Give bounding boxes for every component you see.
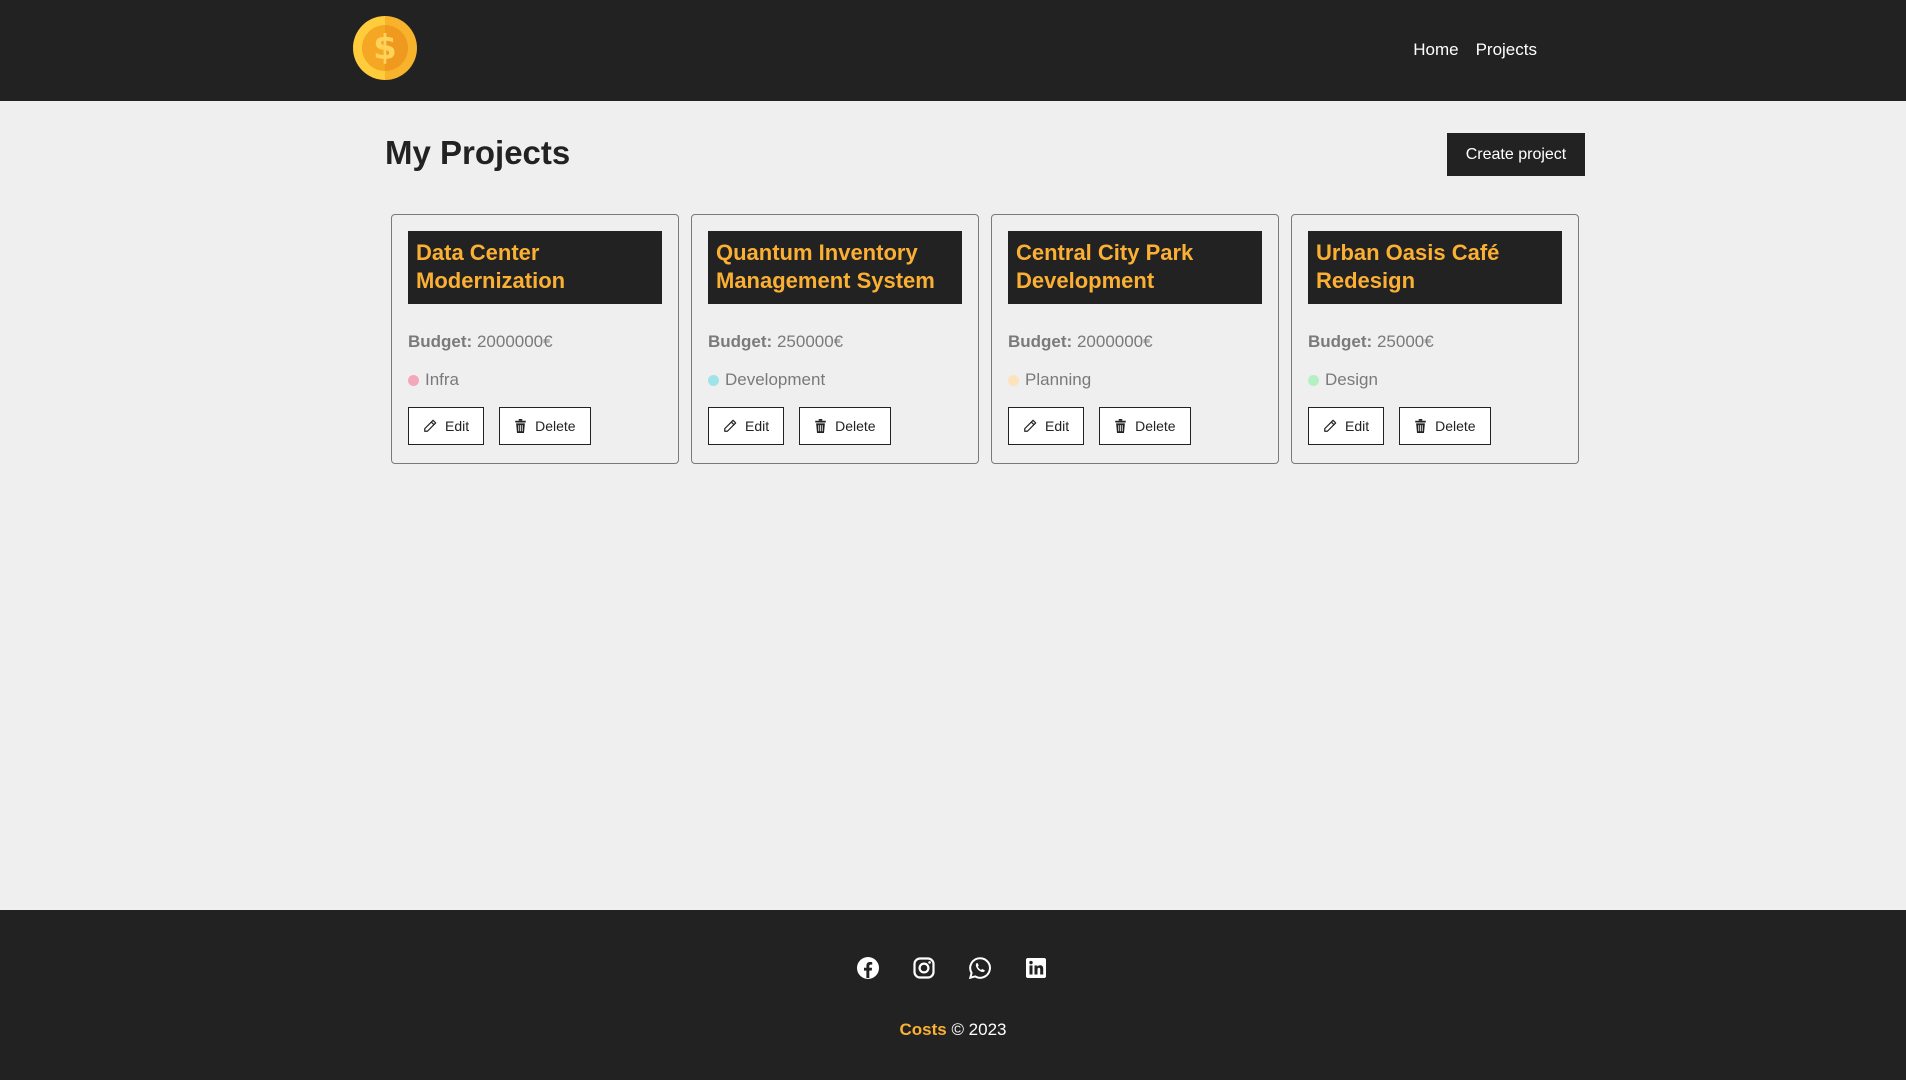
nav-link-projects[interactable]: Projects xyxy=(1476,40,1537,60)
edit-label: Edit xyxy=(1045,418,1070,434)
project-title: Urban Oasis Café Redesign xyxy=(1308,231,1562,304)
edit-label: Edit xyxy=(745,418,770,434)
delete-label: Delete xyxy=(1135,418,1176,434)
coin-logo-icon[interactable]: $ xyxy=(353,16,417,80)
project-budget: Budget: 250000€ xyxy=(708,332,962,352)
delete-label: Delete xyxy=(835,418,876,434)
trash-icon xyxy=(515,419,526,433)
whatsapp-icon[interactable] xyxy=(968,956,992,980)
category-dot-icon xyxy=(1308,374,1319,386)
budget-label: Budget: xyxy=(708,332,773,351)
budget-label: Budget: xyxy=(1308,332,1373,351)
delete-button[interactable]: Delete xyxy=(499,407,591,445)
delete-button[interactable]: Delete xyxy=(799,407,891,445)
copyright-text: © 2023 xyxy=(951,1020,1007,1039)
page-title: My Projects xyxy=(385,134,571,171)
card-actions: Edit Delete xyxy=(408,407,662,445)
trash-icon xyxy=(815,419,826,433)
category-dot-icon xyxy=(1008,374,1019,386)
project-title: Quantum Inventory Management System xyxy=(708,231,962,304)
project-title: Data Center Modernization xyxy=(408,231,662,304)
budget-label: Budget: xyxy=(1008,332,1073,351)
category-label: Infra xyxy=(425,370,460,389)
pencil-icon xyxy=(424,419,437,432)
category-label: Planning xyxy=(1025,370,1092,389)
edit-label: Edit xyxy=(445,418,470,434)
project-budget: Budget: 2000000€ xyxy=(408,332,662,352)
copyright: Costs © 2023 xyxy=(0,1020,1906,1040)
category-label: Development xyxy=(725,370,826,389)
facebook-icon[interactable] xyxy=(856,956,880,980)
dollar-icon: $ xyxy=(362,25,408,71)
pencil-icon xyxy=(724,419,737,432)
edit-button[interactable]: Edit xyxy=(1308,407,1385,445)
brand-name: Costs xyxy=(899,1020,947,1039)
card-actions: Edit Delete xyxy=(1008,407,1262,445)
delete-button[interactable]: Delete xyxy=(1399,407,1491,445)
project-category: Infra xyxy=(408,370,662,390)
project-category: Planning xyxy=(1008,370,1262,390)
nav-link-home[interactable]: Home xyxy=(1413,40,1458,60)
card-actions: Edit Delete xyxy=(1308,407,1562,445)
create-project-button[interactable]: Create project xyxy=(1447,133,1585,176)
project-budget: Budget: 25000€ xyxy=(1308,332,1562,352)
pencil-icon xyxy=(1024,419,1037,432)
footer xyxy=(0,910,1906,1080)
card-actions: Edit Delete xyxy=(708,407,962,445)
project-category: Design xyxy=(1308,370,1562,390)
budget-value: 2000000€ xyxy=(1076,332,1153,351)
nav-links: Home Projects xyxy=(1413,40,1537,60)
instagram-icon[interactable] xyxy=(912,956,936,980)
social-links xyxy=(856,956,1048,980)
category-dot-icon xyxy=(708,374,719,386)
project-title: Central City Park Development xyxy=(1008,231,1262,304)
delete-button[interactable]: Delete xyxy=(1099,407,1191,445)
project-category: Development xyxy=(708,370,962,390)
linkedin-icon[interactable] xyxy=(1024,956,1048,980)
project-card: Urban Oasis Café Redesign Budget: 25000€… xyxy=(1291,214,1579,464)
project-card: Quantum Inventory Management System Budg… xyxy=(691,214,979,464)
navbar: $ Home Projects xyxy=(0,0,1906,101)
project-card: Central City Park Development Budget: 20… xyxy=(991,214,1279,464)
budget-label: Budget: xyxy=(408,332,473,351)
project-list: Data Center Modernization Budget: 200000… xyxy=(391,214,1579,464)
delete-label: Delete xyxy=(1435,418,1476,434)
category-dot-icon xyxy=(408,374,419,386)
edit-button[interactable]: Edit xyxy=(408,407,485,445)
edit-button[interactable]: Edit xyxy=(1008,407,1085,445)
project-card: Data Center Modernization Budget: 200000… xyxy=(391,214,679,464)
budget-value: 25000€ xyxy=(1376,332,1434,351)
edit-label: Edit xyxy=(1345,418,1370,434)
budget-value: 2000000€ xyxy=(476,332,553,351)
edit-button[interactable]: Edit xyxy=(708,407,785,445)
delete-label: Delete xyxy=(535,418,576,434)
project-budget: Budget: 2000000€ xyxy=(1008,332,1262,352)
pencil-icon xyxy=(1324,419,1337,432)
budget-value: 250000€ xyxy=(776,332,844,351)
trash-icon xyxy=(1415,419,1426,433)
trash-icon xyxy=(1115,419,1126,433)
category-label: Design xyxy=(1325,370,1378,389)
